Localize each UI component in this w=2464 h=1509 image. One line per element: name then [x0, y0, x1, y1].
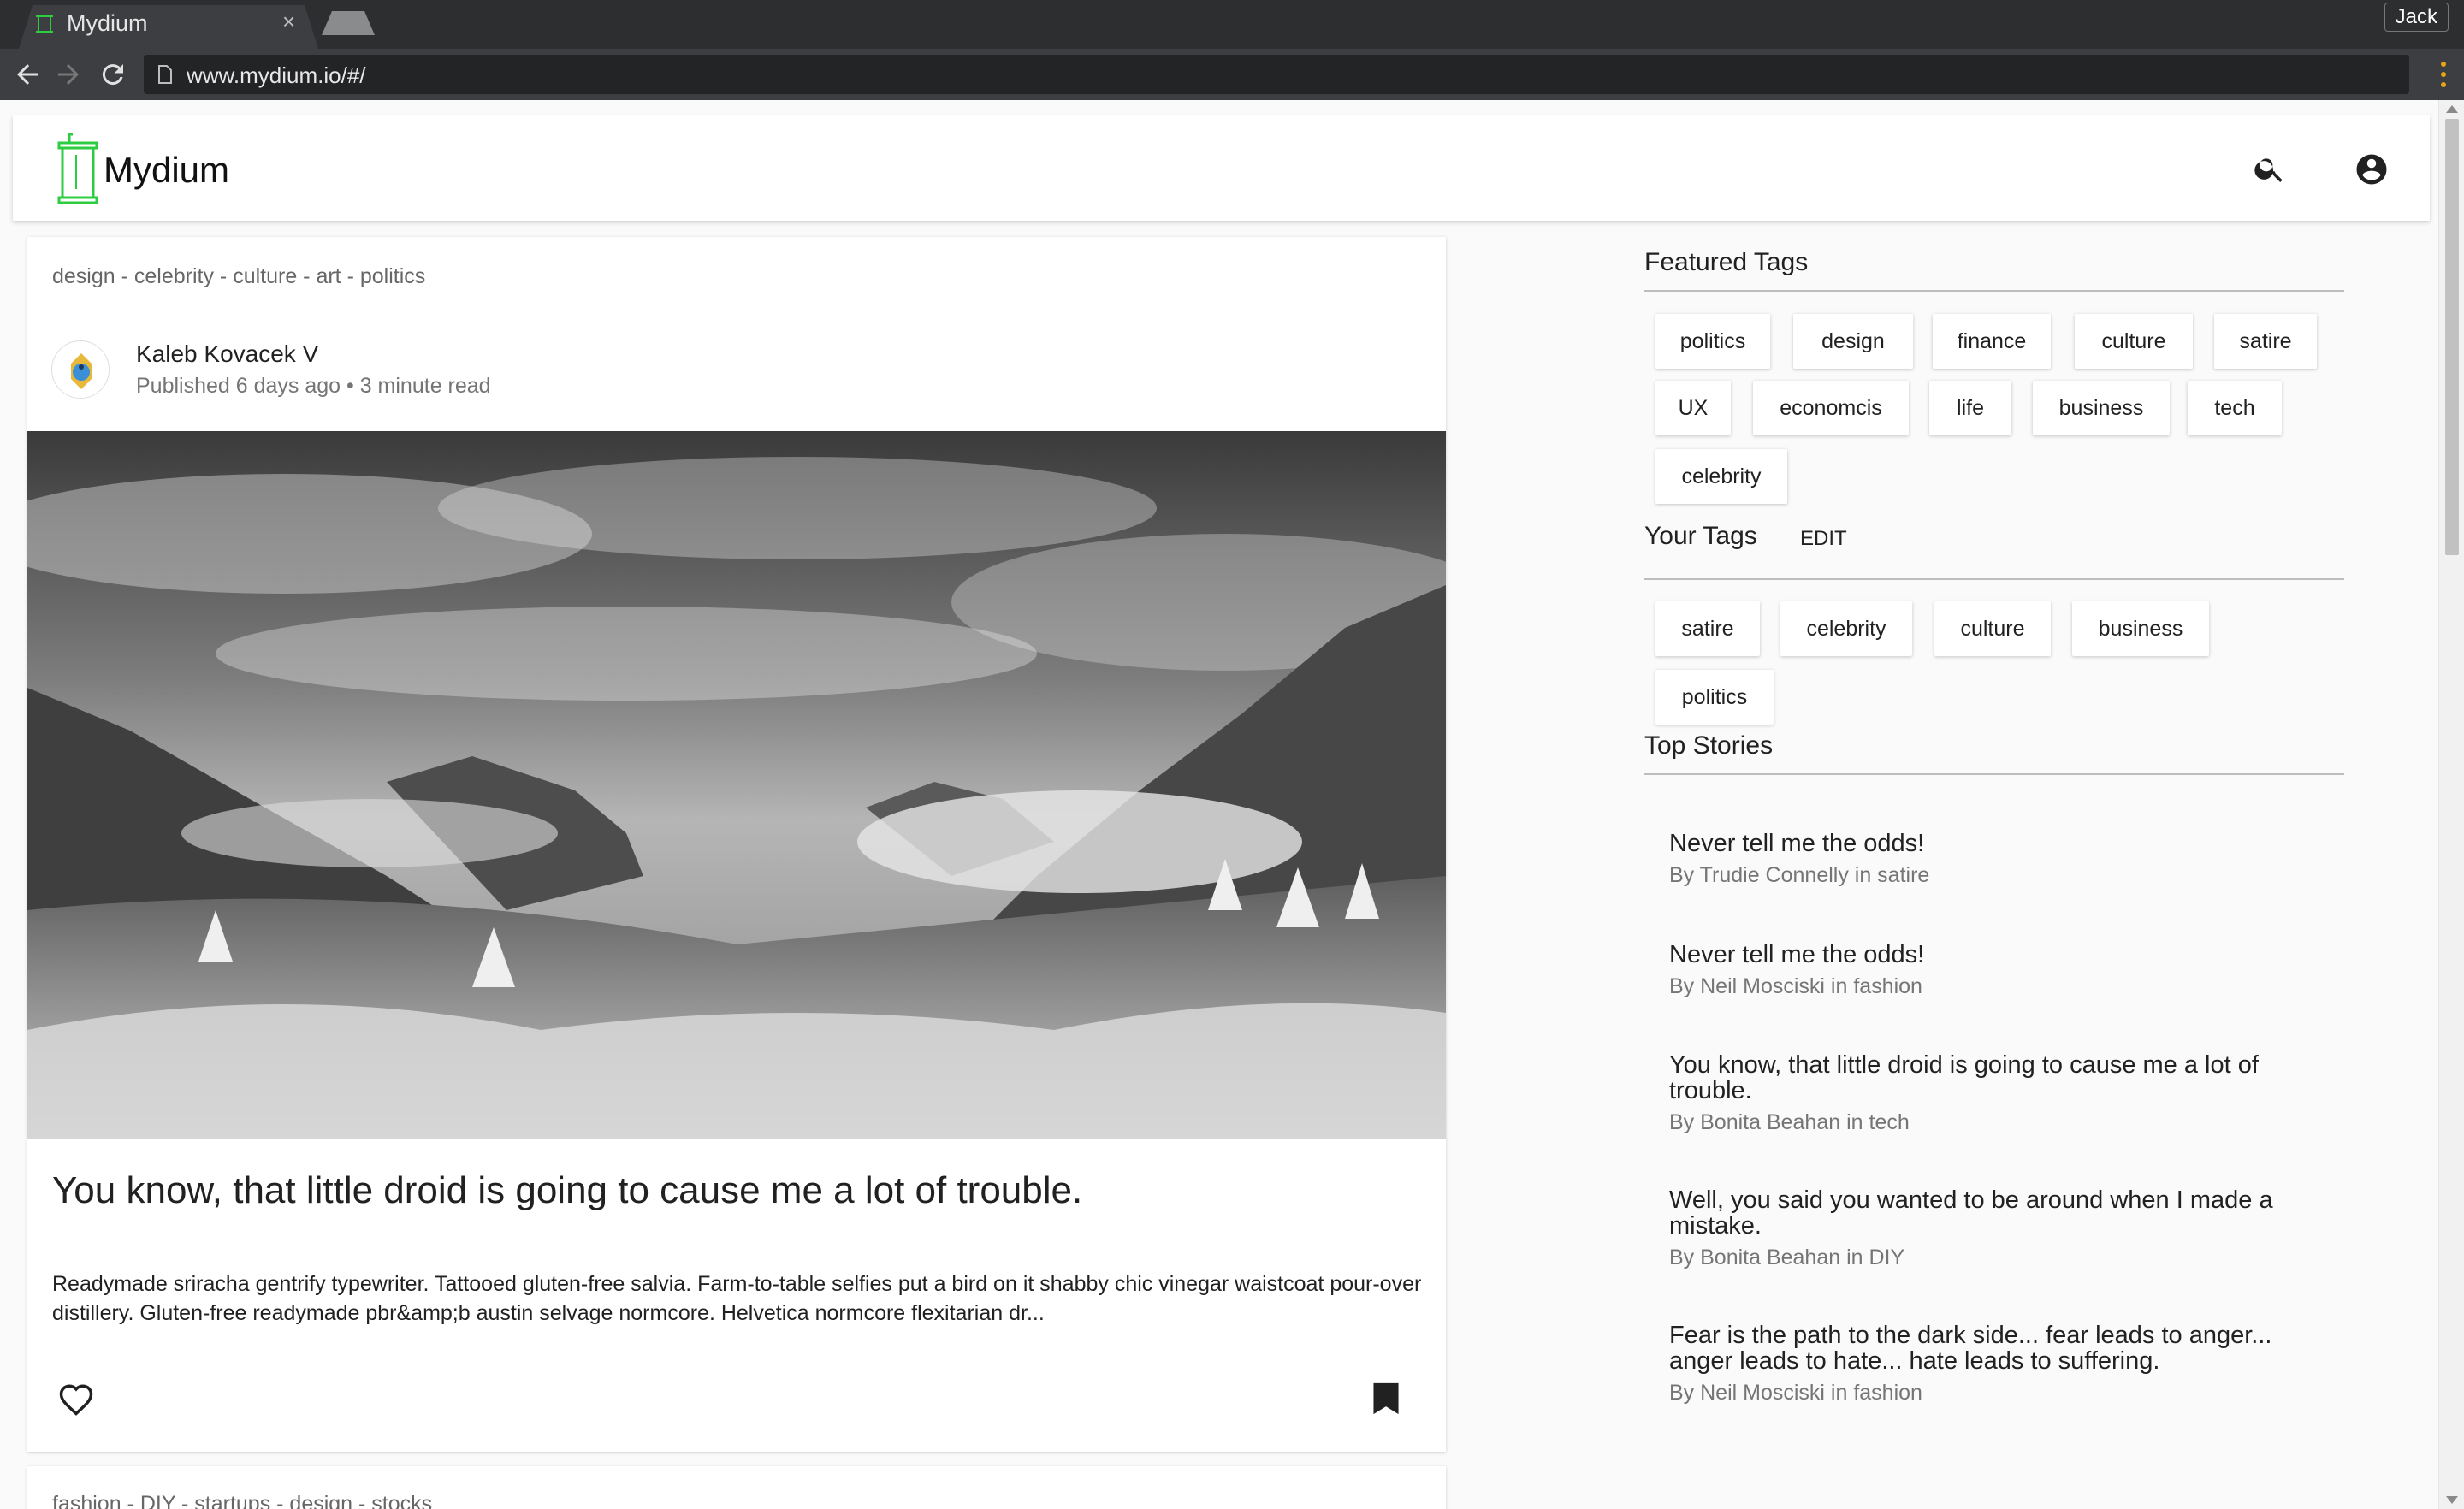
browser-tab[interactable] [19, 5, 318, 49]
article-card[interactable]: design - celebrity - culture - art - pol… [27, 237, 1446, 1452]
article-card[interactable]: fashion - DIY - startups - design - stoc… [27, 1466, 1446, 1509]
tag-chip[interactable]: tech [2188, 381, 2282, 435]
scroll-thumb[interactable] [2445, 119, 2459, 555]
app-header: Mydium [13, 115, 2430, 221]
top-story-item[interactable]: Fear is the path to the dark side... fea… [1669, 1323, 2319, 1405]
your-tags-title: Your Tags [1644, 522, 1757, 550]
featured-tags-title: Featured Tags [1644, 248, 1809, 276]
divider [1644, 290, 2344, 292]
tag-chip[interactable]: satire [1656, 601, 1760, 656]
logo-text[interactable]: Mydium [104, 150, 229, 191]
scroll-down-arrow-icon[interactable] [2446, 1496, 2458, 1504]
top-story-item[interactable]: Never tell me the odds! By Trudie Connel… [1669, 831, 2319, 888]
browser-toolbar: www.mydium.io/#/ [0, 49, 2464, 100]
edit-tags-button[interactable]: EDIT [1800, 527, 1847, 551]
tag-chip[interactable]: finance [1933, 314, 2051, 369]
heart-icon[interactable] [58, 1382, 94, 1417]
tag-chip[interactable]: economcis [1753, 381, 1909, 435]
author-avatar[interactable] [51, 340, 110, 399]
page-icon [158, 65, 172, 84]
new-tab-button[interactable] [322, 11, 375, 35]
landscape-image [27, 431, 1446, 1139]
story-title[interactable]: You know, that little droid is going to … [1669, 1052, 2319, 1104]
tag-chip[interactable]: culture [2075, 314, 2193, 369]
scroll-up-arrow-icon[interactable] [2446, 105, 2458, 113]
search-icon[interactable] [2253, 151, 2287, 186]
mydium-favicon-icon [36, 15, 53, 33]
avatar-image [53, 342, 109, 398]
page-scrollbar[interactable] [2438, 100, 2464, 1509]
reload-icon[interactable] [98, 59, 128, 90]
tag-chip[interactable]: life [1929, 381, 2011, 435]
story-byline: By Neil Mosciski in fashion [1669, 974, 1922, 998]
tag-chip[interactable]: politics [1656, 314, 1770, 369]
article-excerpt: Readymade sriracha gentrify typewriter. … [52, 1272, 1422, 1325]
author-name[interactable]: Kaleb Kovacek V [136, 340, 318, 368]
story-byline: By Neil Mosciski in fashion [1669, 1381, 1922, 1405]
article-meta: Published 6 days ago • 3 minute read [136, 374, 491, 398]
divider [1644, 578, 2344, 580]
story-byline: By Bonita Beahan in tech [1669, 1110, 1910, 1134]
article-tags: fashion - DIY - startups - design - stoc… [52, 1492, 433, 1509]
article-tags: design - celebrity - culture - art - pol… [52, 264, 426, 288]
profile-button[interactable]: Jack [2384, 3, 2449, 32]
tag-chip[interactable]: culture [1934, 601, 2051, 656]
story-title[interactable]: Never tell me the odds! [1669, 942, 2319, 968]
account-circle-icon[interactable] [2354, 151, 2390, 187]
tag-chip[interactable]: celebrity [1780, 601, 1912, 656]
url-text: www.mydium.io/#/ [187, 62, 366, 88]
tag-chip[interactable]: celebrity [1656, 449, 1787, 504]
browser-tab-bar: Mydium × Jack [0, 0, 2464, 49]
top-stories-title: Top Stories [1644, 731, 1774, 760]
story-title[interactable]: Fear is the path to the dark side... fea… [1669, 1323, 2319, 1374]
article-hero-image[interactable] [27, 431, 1446, 1139]
tag-chip[interactable]: UX [1656, 381, 1731, 435]
top-story-item[interactable]: You know, that little droid is going to … [1669, 1052, 2319, 1135]
tab-close-icon[interactable]: × [282, 9, 295, 35]
tab-title: Mydium [67, 10, 148, 36]
tag-chip[interactable]: satire [2214, 314, 2317, 369]
story-title[interactable]: Well, you said you wanted to be around w… [1669, 1187, 2319, 1239]
story-title[interactable]: Never tell me the odds! [1669, 831, 2319, 856]
story-byline: By Trudie Connelly in satire [1669, 863, 1930, 887]
tag-chip[interactable]: politics [1656, 670, 1774, 725]
forward-arrow-icon[interactable] [53, 59, 84, 90]
tag-chip[interactable]: design [1793, 314, 1913, 369]
divider [1644, 773, 2344, 775]
article-title[interactable]: You know, that little droid is going to … [52, 1169, 1082, 1212]
browser-menu-icon[interactable] [2440, 61, 2447, 88]
tag-chip[interactable]: business [2033, 381, 2170, 435]
top-story-item[interactable]: Well, you said you wanted to be around w… [1669, 1187, 2319, 1270]
top-story-item[interactable]: Never tell me the odds! By Neil Mosciski… [1669, 942, 2319, 999]
tag-chip[interactable]: business [2072, 601, 2209, 656]
back-arrow-icon[interactable] [12, 59, 43, 90]
story-byline: By Bonita Beahan in DIY [1669, 1246, 1905, 1269]
address-bar[interactable]: www.mydium.io/#/ [144, 55, 2409, 94]
bookmark-icon[interactable] [1371, 1382, 1401, 1416]
